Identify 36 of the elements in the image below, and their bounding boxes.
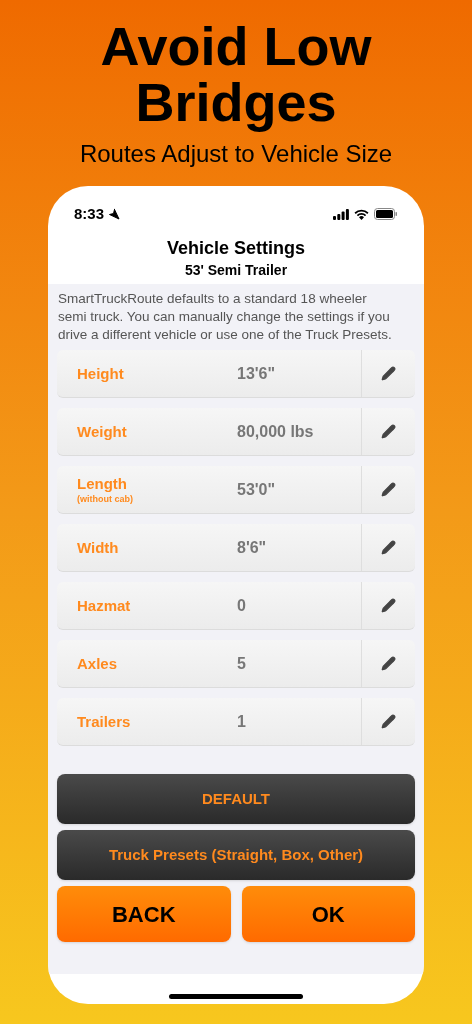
pencil-icon — [381, 482, 396, 497]
setting-note: (without cab) — [77, 492, 134, 505]
setting-label: Axles — [77, 654, 119, 673]
signal-icon — [333, 208, 349, 220]
setting-label: Height — [77, 364, 125, 383]
pencil-icon — [381, 656, 396, 671]
setting-label: Hazmat — [77, 596, 132, 615]
screen-subtitle: 53' Semi Trailer — [184, 261, 288, 280]
pencil-icon — [381, 366, 396, 381]
setting-value: 80,000 lbs — [237, 421, 315, 442]
setting-value: 1 — [237, 711, 247, 732]
battery-icon — [374, 208, 398, 220]
setting-value: 13'6" — [237, 363, 277, 384]
description-text: SmartTruckRoute defaults to a standard 18 wheeler semi truck. You can manually change the settings if you drive a different vehicle or use one of the Truck Presets. — [57, 290, 393, 344]
setting-label: Length — [77, 474, 128, 493]
setting-value: 5 — [237, 653, 247, 674]
pencil-icon — [381, 424, 396, 439]
screen-title: Vehicle Settings — [166, 237, 306, 260]
menu-button[interactable]: Truck Presets (Straight, Box, Other) — [57, 830, 415, 880]
pencil-icon — [381, 540, 396, 555]
pencil-icon — [381, 598, 396, 613]
pencil-icon — [381, 714, 396, 729]
setting-label: Weight — [77, 422, 128, 441]
setting-label: Width — [77, 538, 120, 557]
setting-value: 0 — [237, 595, 247, 616]
headline: Avoid Low Bridges — [99, 18, 373, 130]
location-arrow-icon — [108, 208, 121, 220]
status-time: 8:33 — [74, 203, 105, 224]
action-button[interactable]: BACK — [57, 886, 231, 942]
setting-value: 8'6" — [237, 537, 268, 558]
menu-button[interactable]: DEFAULT — [57, 774, 415, 824]
setting-label: Trailers — [77, 712, 132, 731]
wifi-icon — [354, 208, 369, 220]
action-button[interactable]: OK — [241, 886, 415, 942]
setting-value: 53'0" — [237, 479, 277, 500]
subheadline: Routes Adjust to Vehicle Size — [79, 140, 393, 168]
